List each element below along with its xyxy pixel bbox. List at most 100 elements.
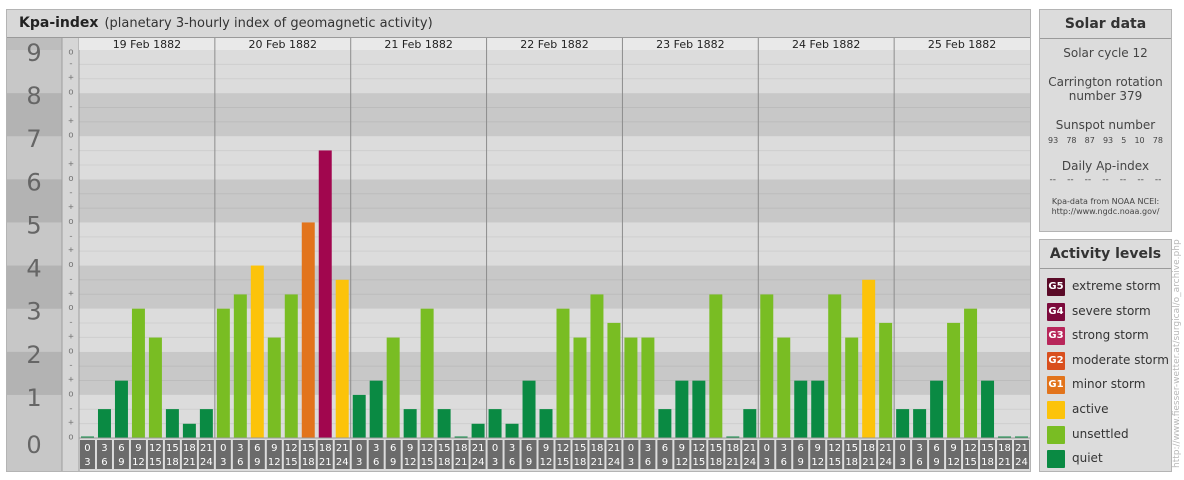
legend-item-minor-storm: G1 minor storm <box>1040 373 1171 398</box>
kp-bar <box>879 322 893 438</box>
kp-bar <box>760 294 774 438</box>
source-link[interactable]: http://www.ngdc.noaa.gov/ <box>1040 207 1171 217</box>
interval-end-label: 3 <box>84 457 90 468</box>
minor-tick-label: o <box>68 433 73 443</box>
chart-title: Kpa-index (planetary 3-hourly index of ge… <box>19 15 433 31</box>
minor-tick-label: - <box>68 188 73 198</box>
interval-end-label: 15 <box>421 457 434 468</box>
kp-bar <box>777 337 791 438</box>
interval-start-label: 18 <box>998 443 1011 454</box>
kp-band <box>79 265 1030 309</box>
minor-tick-label: - <box>68 145 73 155</box>
sunspot-value: 10 <box>1134 136 1145 145</box>
minor-tick-label: + <box>68 375 74 385</box>
minor-tick-label: + <box>68 332 74 342</box>
y-tick-label: 3 <box>26 298 41 326</box>
interval-end-label: 21 <box>862 457 875 468</box>
interval-start-label: 9 <box>679 443 685 454</box>
interval-start-label: 0 <box>356 443 362 454</box>
minor-tick-label: o <box>68 131 73 141</box>
interval-end-label: 15 <box>149 457 162 468</box>
kp-bar <box>250 265 264 438</box>
chart-title-text: Kpa-index <box>19 15 99 31</box>
interval-start-label: 0 <box>628 443 634 454</box>
day-label: 24 Feb 1882 <box>792 38 860 51</box>
ap-value: -- <box>1084 175 1092 185</box>
kp-bar <box>624 337 638 438</box>
interval-start-label: 18 <box>455 443 468 454</box>
interval-start-label: 15 <box>438 443 451 454</box>
kp-band <box>79 93 1030 137</box>
sunspot-value: 93 <box>1048 136 1059 145</box>
kp-bar <box>692 380 706 438</box>
interval-start-label: 0 <box>899 443 905 454</box>
interval-end-label: 3 <box>492 457 498 468</box>
minor-tick-label: + <box>68 418 74 428</box>
minor-tick-label: - <box>68 102 73 112</box>
minor-tick-label: o <box>68 346 73 356</box>
interval-start-label: 12 <box>421 443 434 454</box>
interval-end-label: 15 <box>964 457 977 468</box>
kp-bar <box>182 423 196 438</box>
y-tick-label: 1 <box>26 384 41 412</box>
interval-end-label: 24 <box>1015 457 1028 468</box>
sunspot-value: 5 <box>1121 136 1127 145</box>
kp-band <box>79 50 1030 94</box>
day-label: 23 Feb 1882 <box>656 38 724 51</box>
kp-bar <box>709 294 723 438</box>
sunspot-label: Sunspot number <box>1055 118 1156 132</box>
kp-bar <box>896 409 910 438</box>
y-tick-label: 6 <box>26 168 41 196</box>
kp-bar <box>114 380 128 438</box>
interval-end-label: 3 <box>899 457 905 468</box>
interval-start-label: 12 <box>692 443 705 454</box>
legend-item-moderate-storm: G2 moderate storm <box>1040 349 1171 374</box>
data-source-note: Kpa-data from NOAA NCEI: http://www.ngdc… <box>1040 197 1171 217</box>
interval-end-label: 21 <box>183 457 196 468</box>
kp-bar <box>981 380 995 438</box>
kp-bar <box>386 337 400 438</box>
interval-start-label: 12 <box>828 443 841 454</box>
minor-tick-label: + <box>68 246 74 256</box>
day-label: 22 Feb 1882 <box>520 38 588 51</box>
day-label: 25 Feb 1882 <box>928 38 996 51</box>
legend-swatch <box>1047 450 1065 469</box>
interval-end-label: 3 <box>220 457 226 468</box>
interval-end-label: 21 <box>319 457 332 468</box>
minor-tick-label: - <box>68 231 73 241</box>
kp-bar <box>964 308 978 438</box>
interval-start-label: 9 <box>950 443 956 454</box>
minor-tick-label: o <box>68 389 73 399</box>
levels-panel-title: Activity levels <box>1040 240 1171 269</box>
interval-start-label: 0 <box>764 443 770 454</box>
legend-label: unsettled <box>1072 426 1129 441</box>
interval-start-label: 12 <box>285 443 298 454</box>
interval-start-label: 3 <box>645 443 651 454</box>
sunspot-value: 78 <box>1066 136 1077 145</box>
interval-start-label: 21 <box>743 443 756 454</box>
interval-end-label: 12 <box>404 457 417 468</box>
interval-end-label: 15 <box>828 457 841 468</box>
sunspot-value: 78 <box>1152 136 1163 145</box>
interval-start-label: 18 <box>183 443 196 454</box>
minor-tick-label: - <box>68 59 73 69</box>
interval-end-label: 3 <box>628 457 634 468</box>
interval-start-label: 3 <box>237 443 243 454</box>
kp-bar <box>556 308 570 438</box>
interval-end-label: 6 <box>645 457 651 468</box>
interval-start-label: 6 <box>933 443 939 454</box>
interval-start-label: 18 <box>591 443 604 454</box>
interval-end-label: 12 <box>540 457 553 468</box>
interval-end-label: 15 <box>285 457 298 468</box>
kp-bar <box>97 409 111 438</box>
interval-end-label: 6 <box>916 457 922 468</box>
minor-tick-label: o <box>68 174 73 184</box>
solar-data-panel: Solar data Solar cycle 12 Carrington rot… <box>1039 9 1172 232</box>
kp-bar <box>675 380 689 438</box>
kp-bar <box>352 394 366 438</box>
interval-end-label: 18 <box>302 457 315 468</box>
legend-label: extreme storm <box>1072 279 1161 293</box>
interval-end-label: 18 <box>574 457 587 468</box>
ap-index-values: -- -- -- -- -- -- -- <box>1040 173 1171 185</box>
legend-label: strong storm <box>1072 328 1149 343</box>
